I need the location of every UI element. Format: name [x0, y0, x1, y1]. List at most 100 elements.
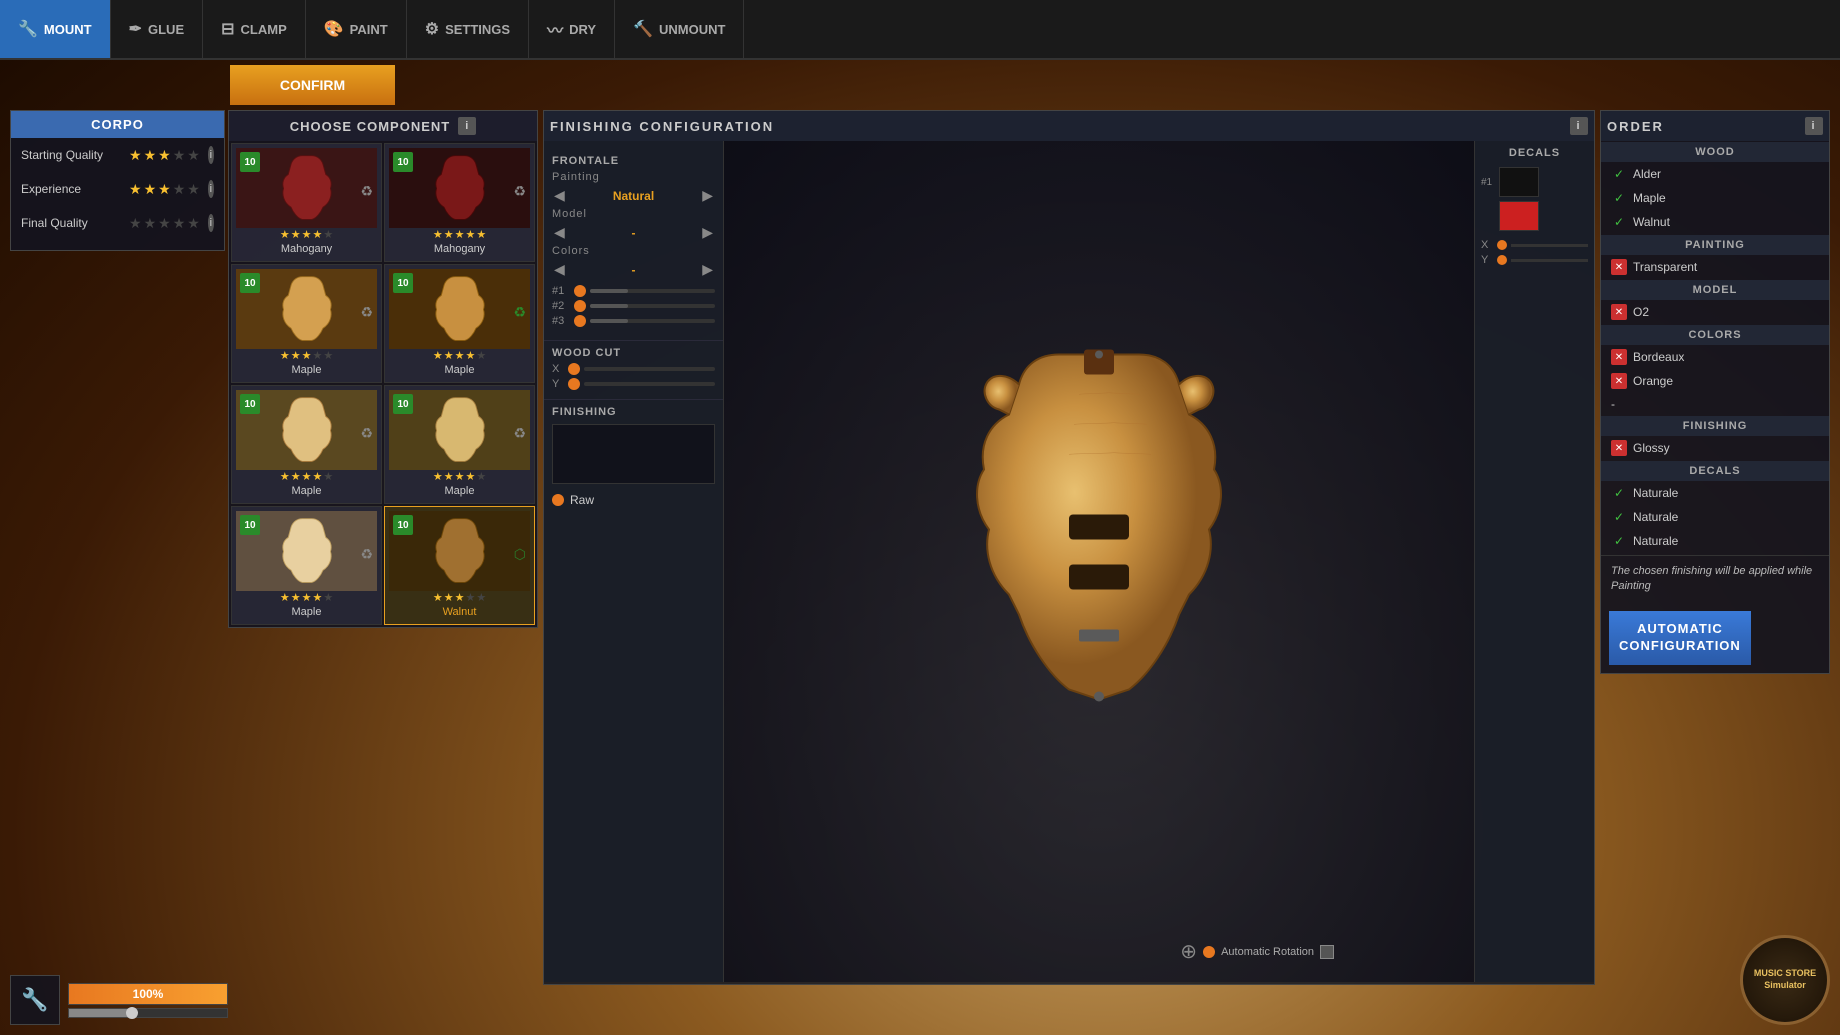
- cross-icon-transparent: ✕: [1611, 259, 1627, 275]
- finishing-config-info-btn[interactable]: i: [1570, 117, 1588, 135]
- list-item[interactable]: 10 ♻ ★★★★★ Mahogany: [231, 143, 382, 262]
- nav-mount[interactable]: 🔧 MOUNT: [0, 0, 111, 58]
- guitar-body: [236, 148, 377, 228]
- model-nav: ◀ - ▶: [552, 224, 715, 241]
- check-icon-naturale-1: ✓: [1611, 485, 1627, 501]
- list-item[interactable]: 10 ♻ ★★★★★ Maple: [231, 506, 382, 625]
- list-item[interactable]: 10 ♻ ★★★★★ Maple: [384, 385, 535, 504]
- progress-text: 100%: [69, 984, 227, 1004]
- order-item-o2: ✕ O2: [1601, 300, 1829, 324]
- nav-dry[interactable]: 〰 DRY: [529, 0, 615, 58]
- colors-next-btn[interactable]: ▶: [700, 261, 715, 278]
- item-name: Walnut: [389, 604, 530, 620]
- experience-info[interactable]: i: [208, 180, 214, 198]
- wood-cut-y-bar[interactable]: [584, 382, 715, 386]
- nav-unmount[interactable]: 🔨 UNMOUNT: [615, 0, 744, 58]
- model-next-btn[interactable]: ▶: [700, 224, 715, 241]
- auto-rotation-label: Automatic Rotation: [1221, 946, 1314, 958]
- guitar-body: [236, 269, 377, 349]
- list-item[interactable]: 10 ♻ ★★★★★ Maple: [231, 264, 382, 383]
- order-item-glossy: ✕ Glossy: [1601, 436, 1829, 460]
- order-info-btn[interactable]: i: [1805, 117, 1823, 135]
- item-name: Maple: [389, 483, 530, 499]
- decal-red-swatch-row: [1499, 201, 1588, 231]
- auto-rotation-control: ⊕ Automatic Rotation: [1180, 939, 1334, 964]
- color-slot-3: #3: [552, 315, 715, 327]
- list-item[interactable]: 10 ♻ ★★★★★ Maple: [231, 385, 382, 504]
- order-item-maple-wood: ✓ Maple: [1601, 186, 1829, 210]
- color-slider-1[interactable]: [590, 289, 715, 293]
- nav-dry-label: DRY: [569, 22, 596, 37]
- exp-star-2: ★: [144, 181, 157, 198]
- mini-knob[interactable]: [126, 1007, 138, 1019]
- nav-paint[interactable]: 🎨 PAINT: [306, 0, 407, 58]
- colors-prev-btn[interactable]: ◀: [552, 261, 567, 278]
- order-colors-section: COLORS: [1601, 325, 1829, 345]
- decal-item-1: #1: [1481, 167, 1588, 197]
- item-stars: ★★★★★: [389, 349, 530, 362]
- decal-swatch-red[interactable]: [1499, 201, 1539, 231]
- color-dot-2: [574, 300, 586, 312]
- item-image-maple-2: 10 ♻: [389, 269, 530, 349]
- guitar-main-visual: [939, 334, 1259, 789]
- nav-clamp[interactable]: ⊟ CLAMP: [203, 0, 306, 58]
- finishing-config-panel: FINISHING CONFIGURATION i FRONTALE Paint…: [543, 110, 1595, 985]
- star-4: ★: [173, 147, 186, 164]
- order-decals-section: DECALS: [1601, 461, 1829, 481]
- center-content: FRONTALE Painting ◀ Natural ▶ Model ◀ - …: [544, 141, 1594, 982]
- progress-container: 100%: [68, 983, 228, 1018]
- list-item[interactable]: 10 ♻ ★★★★★ Maple: [384, 264, 535, 383]
- painting-next-btn[interactable]: ▶: [700, 187, 715, 204]
- mini-progress-fill: [69, 1009, 132, 1017]
- check-icon-naturale-2: ✓: [1611, 509, 1627, 525]
- order-naturale-3-label: Naturale: [1633, 534, 1678, 548]
- nav-settings[interactable]: ⚙ SETTINGS: [407, 0, 529, 58]
- list-item[interactable]: 10 ♻ ★★★★★ Mahogany: [384, 143, 535, 262]
- wood-cut-x-bar[interactable]: [584, 367, 715, 371]
- colors-value: -: [571, 263, 696, 277]
- guitar-body: [389, 390, 530, 470]
- mount-icon: 🔧: [18, 19, 38, 39]
- color-num-2: #2: [552, 300, 570, 312]
- corpo-title: CORPO: [11, 111, 224, 138]
- decal-x-label: X: [1481, 239, 1493, 251]
- decal-y-bar[interactable]: [1511, 259, 1588, 262]
- order-label: ORDER: [1607, 119, 1664, 134]
- item-name: Maple: [236, 604, 377, 620]
- color-slider-2[interactable]: [590, 304, 715, 308]
- component-info-btn[interactable]: i: [458, 117, 476, 135]
- order-item-transparent: ✕ Transparent: [1601, 255, 1829, 279]
- recycle-icon: ♻: [513, 304, 526, 321]
- auto-rotation-checkbox[interactable]: [1320, 945, 1334, 959]
- fq-star-3: ★: [158, 215, 171, 232]
- wood-cut-section: WOOD CUT X Y: [544, 341, 723, 400]
- finishing-label: FINISHING: [552, 406, 715, 418]
- list-item[interactable]: 10 ⬡ ★★★★★ Walnut: [384, 506, 535, 625]
- item-name: Maple: [236, 362, 377, 378]
- wood-cut-x-row: X: [552, 363, 715, 375]
- final-quality-info[interactable]: i: [208, 214, 214, 232]
- decal-x-row: X: [1481, 239, 1588, 251]
- decal-x-bar[interactable]: [1511, 244, 1588, 247]
- color-slider-3[interactable]: [590, 319, 715, 323]
- color-num-1: #1: [552, 285, 570, 297]
- choose-component-panel: CHOOSE COMPONENT i 10 ♻ ★★★★★ Mahogany: [228, 110, 538, 628]
- logo-line1: MUSIC STORE: [1754, 968, 1816, 980]
- order-item-orange: ✕ Orange: [1601, 369, 1829, 393]
- painting-prev-btn[interactable]: ◀: [552, 187, 567, 204]
- decal-swatch-black[interactable]: [1499, 167, 1539, 197]
- exp-star-4: ★: [173, 181, 186, 198]
- model-prev-btn[interactable]: ◀: [552, 224, 567, 241]
- nav-unmount-label: UNMOUNT: [659, 22, 725, 37]
- auto-config-button[interactable]: AUTOMATICCONFIGURATION: [1609, 611, 1751, 665]
- nav-settings-label: SETTINGS: [445, 22, 510, 37]
- logo-line2: Simulator: [1764, 980, 1806, 992]
- recycle-icon: ⬡: [514, 546, 526, 563]
- item-image-maple-5: 10 ♻: [236, 511, 377, 591]
- starting-quality-info[interactable]: i: [208, 146, 214, 164]
- item-image-mahogany-1: 10 ♻: [236, 148, 377, 228]
- nav-glue[interactable]: ✒ GLUE: [111, 0, 204, 58]
- confirm-button[interactable]: CONFIRM: [230, 65, 395, 105]
- finishing-note: The chosen finishing will be applied whi…: [1601, 555, 1829, 603]
- order-title: ORDER i: [1601, 111, 1829, 141]
